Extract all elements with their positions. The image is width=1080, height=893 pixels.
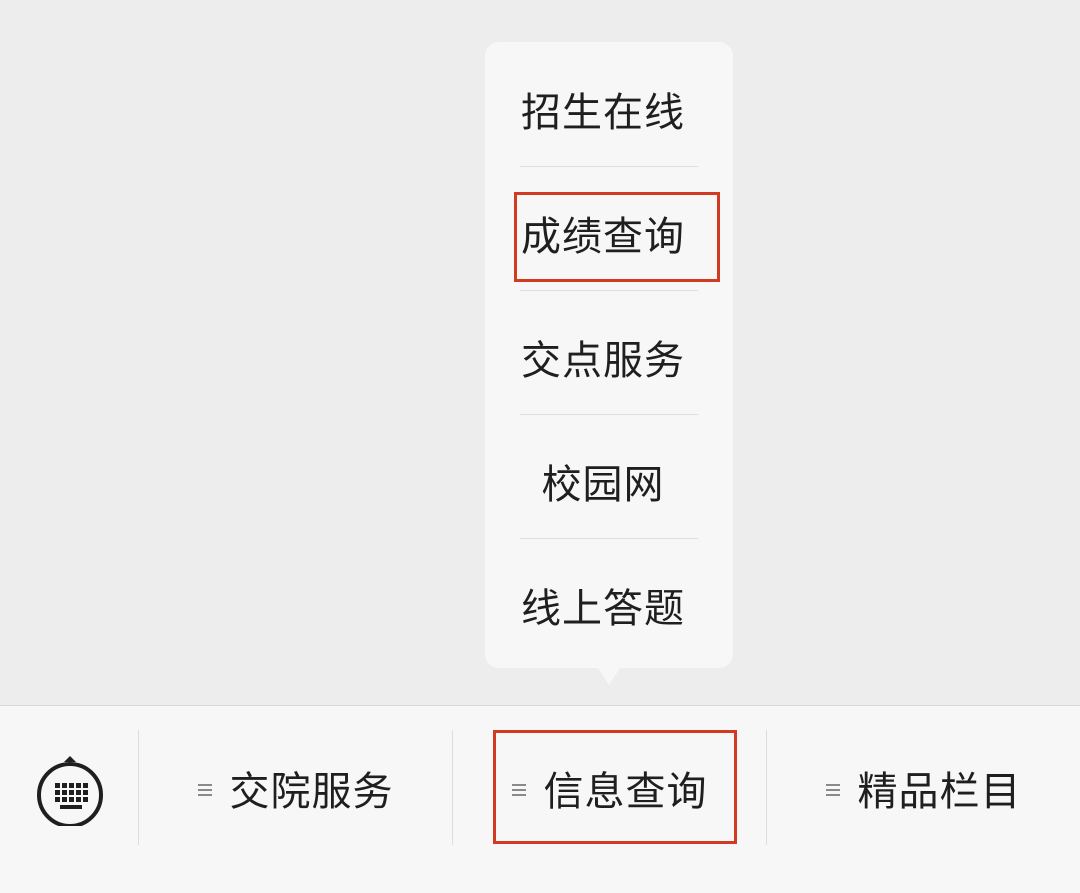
- keyboard-toggle-button[interactable]: [35, 756, 105, 828]
- menu-divider: [520, 166, 698, 167]
- menu-item-jiaodian[interactable]: 交点服务: [485, 295, 733, 419]
- popup-menu: 招生在线 成绩查询 交点服务 校园网 线上答题: [485, 42, 733, 668]
- tab-jiaoyuan-fuwu[interactable]: 交院服务: [139, 730, 452, 845]
- menu-icon: [825, 781, 840, 799]
- menu-icon: [197, 781, 212, 799]
- menu-divider: [520, 538, 698, 539]
- bottom-tab-bar: 交院服务 信息查询 精品栏目: [0, 705, 1080, 893]
- tab-label: 交院服务: [229, 768, 394, 815]
- tab-xinxi-chaxun[interactable]: 信息查询: [453, 730, 766, 845]
- menu-divider: [520, 290, 698, 291]
- menu-divider: [520, 414, 698, 415]
- menu-icon: [511, 781, 526, 799]
- tab-label: 精品栏目: [857, 768, 1022, 815]
- menu-item-datie[interactable]: 线上答题: [485, 543, 733, 667]
- menu-item-label: 线上答题: [521, 586, 685, 632]
- tab-jingpin-lanmu[interactable]: 精品栏目: [767, 730, 1080, 845]
- menu-item-label: 成绩查询: [521, 214, 685, 260]
- menu-item-label: 交点服务: [521, 338, 685, 384]
- popup-arrow: [596, 665, 622, 685]
- menu-item-xiaoyuanwang[interactable]: 校园网: [485, 419, 733, 543]
- keyboard-icon: [37, 756, 103, 828]
- tab-label: 信息查询: [543, 768, 708, 815]
- menu-item-label: 招生在线: [521, 90, 685, 136]
- menu-item-chengji[interactable]: 成绩查询: [485, 171, 733, 295]
- menu-item-label: 校园网: [541, 462, 665, 508]
- menu-item-zhaosheng[interactable]: 招生在线: [485, 47, 733, 171]
